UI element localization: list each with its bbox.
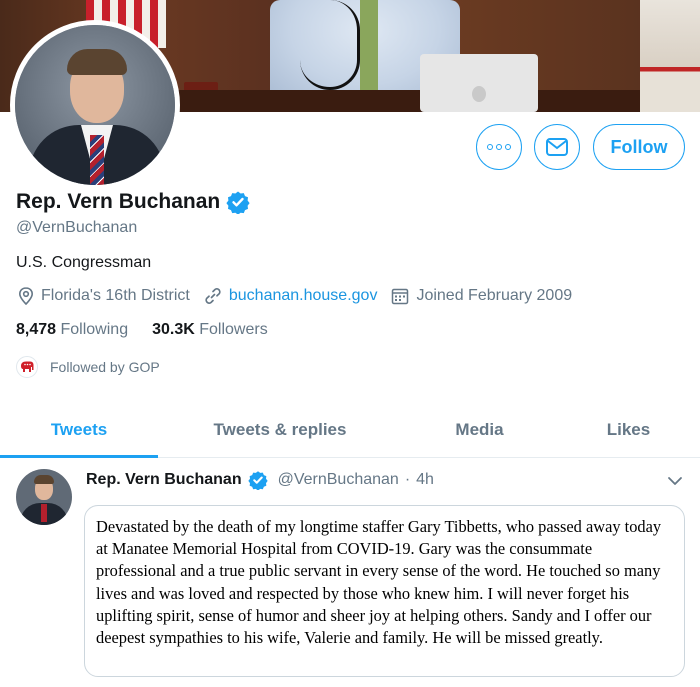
profile-location: Florida's 16th District	[18, 287, 190, 305]
tweet-avatar-hair	[34, 475, 54, 484]
website-link[interactable]: buchanan.house.gov	[229, 287, 378, 305]
profile-name: Rep. Vern Buchanan	[16, 190, 250, 214]
tweet-separator: ·	[404, 471, 411, 488]
gop-elephant-icon	[21, 361, 34, 372]
tweet-image[interactable]: Devastated by the death of my longtime s…	[84, 505, 685, 677]
link-icon	[205, 288, 221, 304]
avatar-tie	[90, 135, 104, 185]
profile-joined: Joined February 2009	[391, 287, 572, 305]
location-icon	[18, 287, 34, 305]
profile-tabs: Tweets Tweets & replies Media Likes	[0, 402, 700, 458]
banner-tie	[360, 0, 378, 90]
profile-bio: U.S. Congressman	[16, 254, 152, 271]
tweet-author-name[interactable]: Rep. Vern Buchanan	[86, 471, 242, 489]
profile-stats: 8,478 Following 30.3K Followers	[16, 321, 268, 339]
tweet-author-handle[interactable]: @VernBuchanan	[278, 471, 399, 489]
more-options-button[interactable]	[476, 124, 522, 170]
verified-icon	[247, 471, 268, 490]
calendar-icon	[392, 288, 409, 305]
banner-flag-right	[640, 0, 700, 112]
tweet-text: Devastated by the death of my longtime s…	[96, 517, 662, 648]
banner-laptop-logo	[472, 86, 486, 102]
tweet-header: Rep. Vern Buchanan @VernBuchanan · 4h	[86, 470, 434, 490]
profile-handle: @VernBuchanan	[16, 219, 138, 236]
followers-stat[interactable]: 30.3K Followers	[152, 321, 268, 339]
chevron-down-icon[interactable]	[666, 474, 684, 488]
message-button[interactable]	[534, 124, 580, 170]
follow-button[interactable]: Follow	[593, 124, 685, 170]
banner-desk	[170, 90, 640, 112]
profile-meta: Florida's 16th District buchanan.house.g…	[18, 287, 586, 305]
gop-avatar	[16, 356, 38, 378]
avatar-hair	[67, 49, 127, 75]
verified-icon	[226, 191, 250, 214]
profile-website[interactable]: buchanan.house.gov	[204, 287, 378, 305]
tweet-timestamp[interactable]: 4h	[416, 471, 434, 489]
profile-avatar[interactable]	[10, 20, 180, 190]
tab-tweets-replies[interactable]: Tweets & replies	[158, 402, 402, 457]
following-stat[interactable]: 8,478 Following	[16, 321, 128, 339]
tab-likes[interactable]: Likes	[557, 402, 700, 457]
tweet-avatar-tie	[41, 504, 47, 522]
more-icon	[487, 144, 511, 150]
banner-phone-cord	[300, 0, 360, 90]
tab-media[interactable]: Media	[402, 402, 557, 457]
tweet-avatar[interactable]	[16, 469, 72, 525]
followed-by[interactable]: Followed by GOP	[16, 356, 160, 378]
tab-tweets[interactable]: Tweets	[0, 402, 158, 458]
profile-name-text: Rep. Vern Buchanan	[16, 190, 221, 213]
mail-icon	[546, 138, 568, 156]
banner-laptop	[420, 54, 538, 112]
